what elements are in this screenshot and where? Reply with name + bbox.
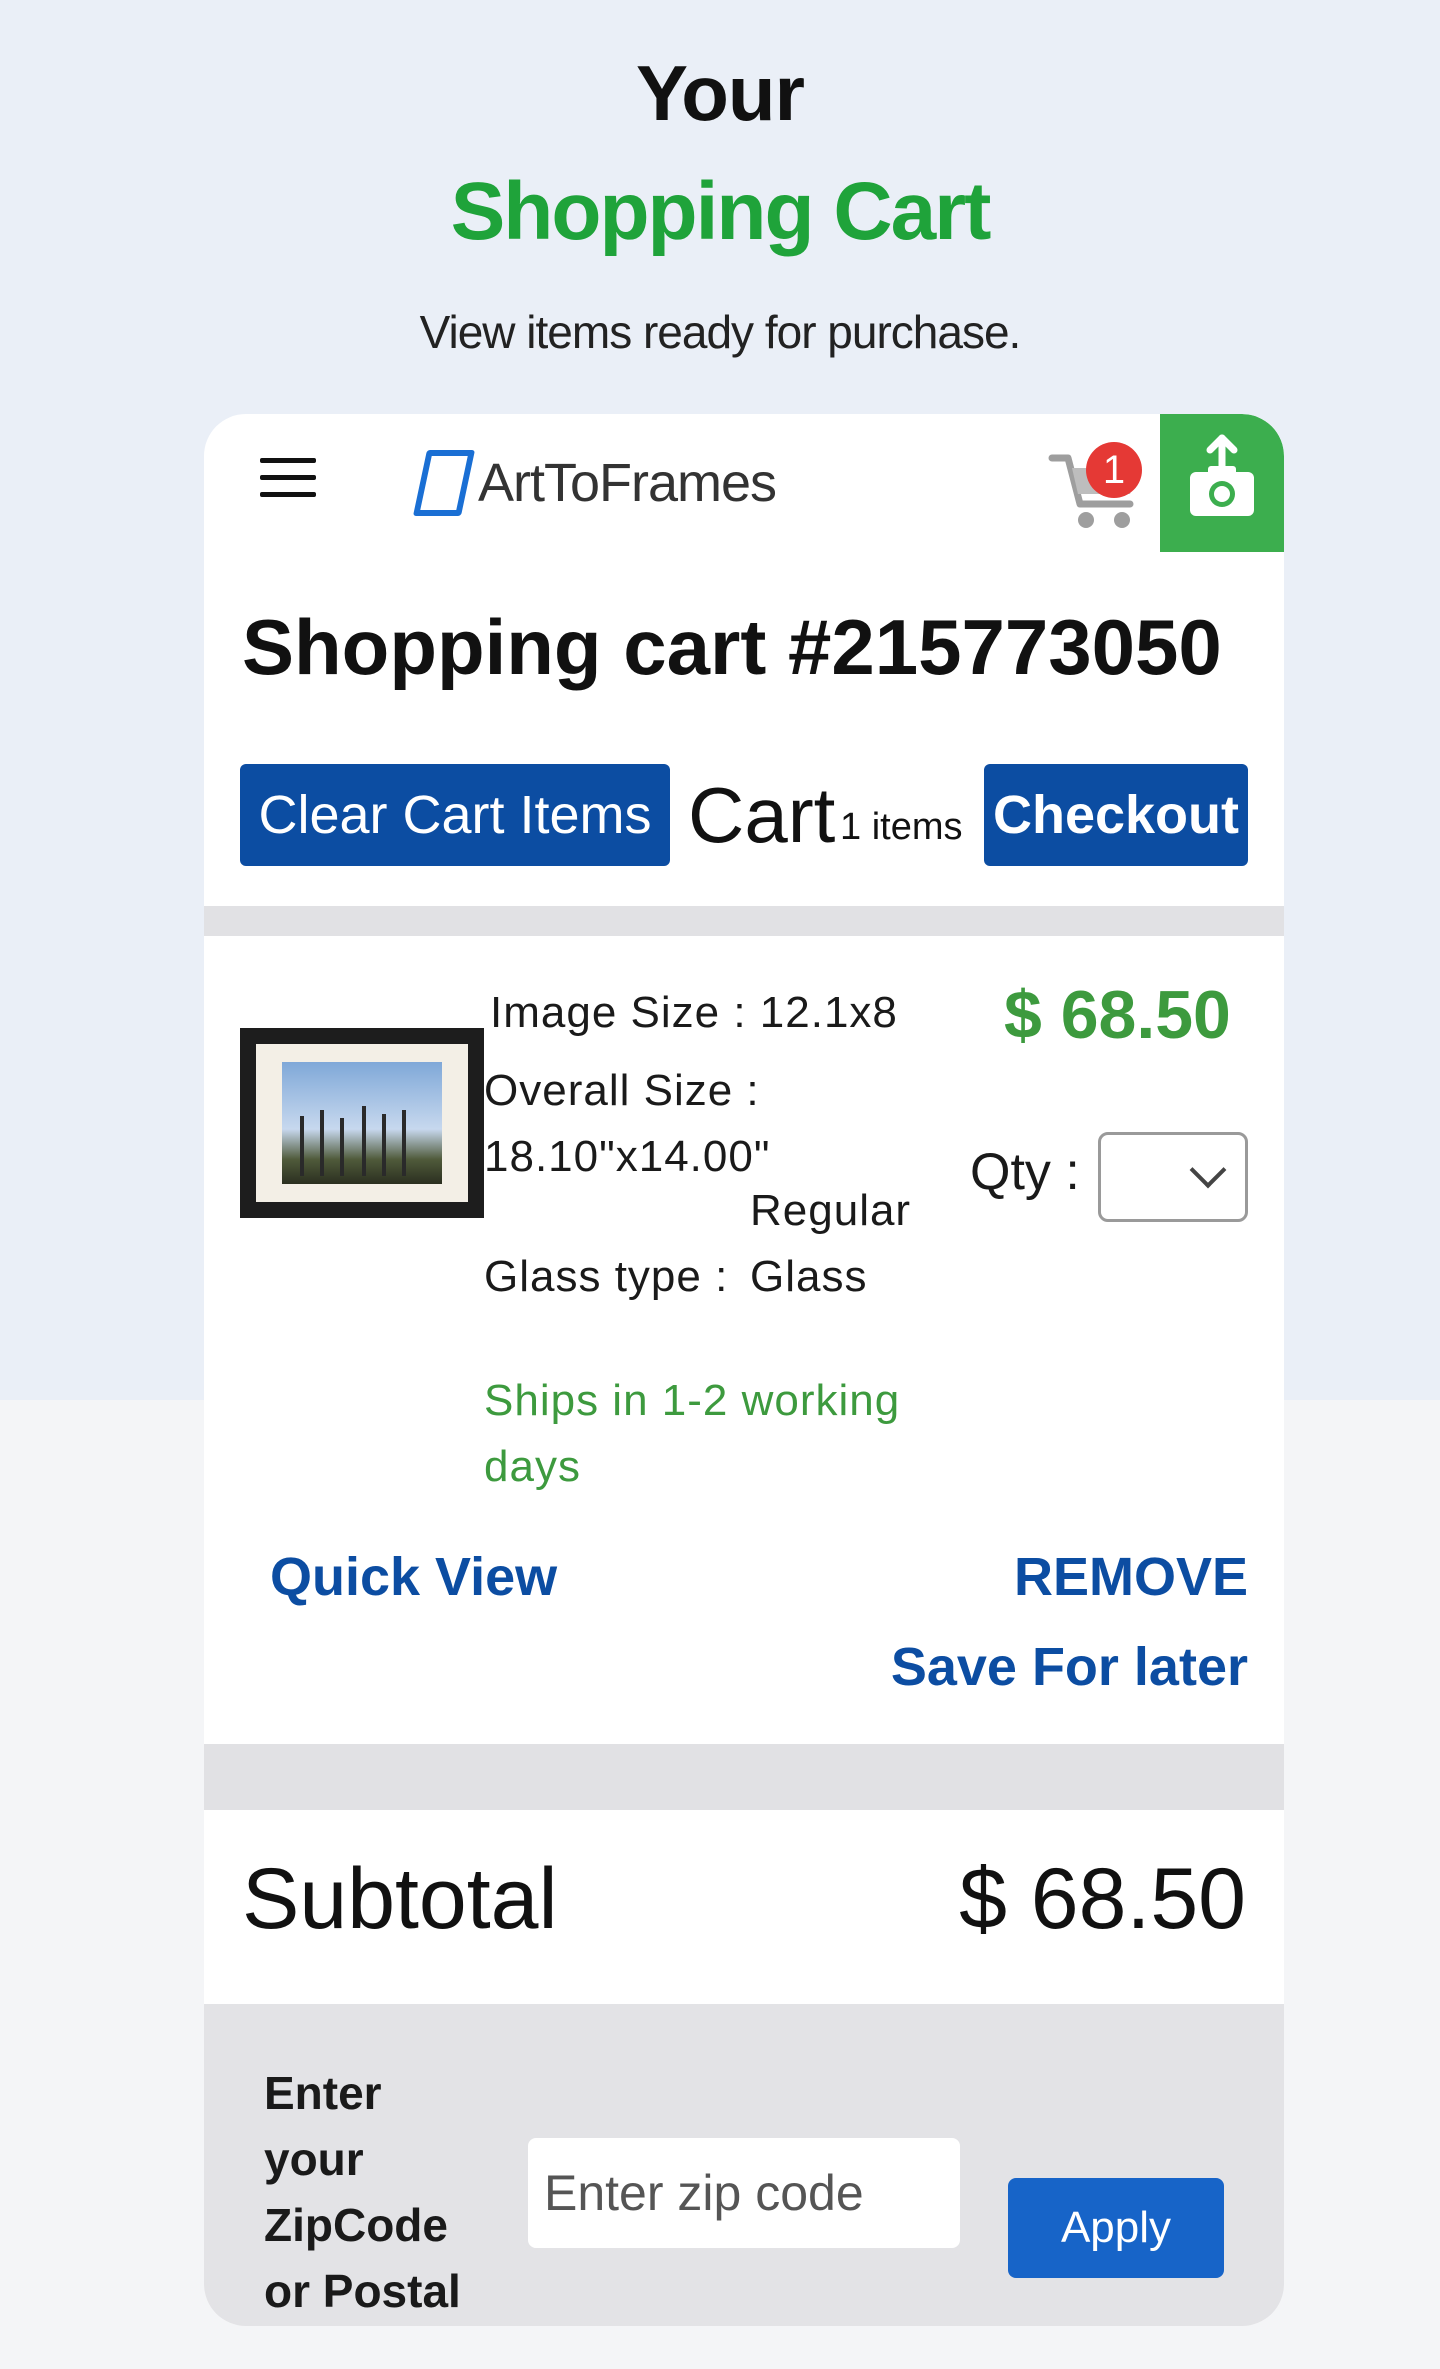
cart-label: Cart: [688, 771, 836, 859]
site-logo[interactable]: ArtToFrames: [412, 438, 777, 528]
hamburger-icon[interactable]: [260, 458, 316, 500]
logo-frame-icon: [412, 450, 476, 516]
section-divider: [204, 1744, 1284, 1810]
quick-view-link[interactable]: Quick View: [270, 1546, 557, 1608]
item-price: $ 68.50: [1004, 977, 1231, 1053]
framed-art-thumbnail[interactable]: [240, 1028, 484, 1218]
subtotal-label: Subtotal: [242, 1851, 558, 1947]
qty-label: Qty :: [970, 1143, 1080, 1201]
phone-screen: ArtToFrames 1 Shopping cart #215773050 C…: [204, 414, 1284, 2326]
cart-title: Shopping cart #215773050: [242, 603, 1222, 691]
cart-count-badge: 1: [1086, 442, 1142, 498]
overall-size-value: 18.10"x14.00": [484, 1132, 771, 1181]
image-size-text: Image Size : 12.1x8: [490, 988, 898, 1037]
hero-title-line2: Shopping Cart: [450, 166, 992, 257]
checkout-button[interactable]: Checkout: [984, 764, 1248, 866]
cart-toolbar: Clear Cart Items Cart 1 items Checkout: [240, 764, 1250, 868]
hero-title-line1: Your: [636, 49, 805, 137]
zip-code-input[interactable]: [528, 2138, 960, 2248]
top-nav: ArtToFrames 1: [204, 414, 1284, 552]
glass-type-value-2: Glass: [750, 1252, 868, 1301]
cart-item-count: 1 items: [840, 806, 963, 848]
zip-code-section: Enter your ZipCode or Postal Apply: [204, 2004, 1284, 2326]
section-divider: [204, 906, 1284, 936]
apply-zip-button[interactable]: Apply: [1008, 2178, 1224, 2278]
camera-upload-icon: [1190, 434, 1254, 516]
subtotal-value: $ 68.50: [959, 1851, 1246, 1947]
cart-item: Image Size : 12.1x8 Overall Size : 18.10…: [204, 936, 1284, 1744]
clear-cart-button[interactable]: Clear Cart Items: [240, 764, 670, 866]
glass-type-label: Glass type :: [484, 1252, 729, 1301]
zip-label: Enter your ZipCode or Postal: [264, 2067, 461, 2317]
shipping-estimate: Ships in 1-2 working days: [484, 1376, 901, 1491]
glass-type-value-1: Regular: [750, 1186, 912, 1235]
chevron-down-icon: [1189, 1151, 1227, 1189]
qty-select[interactable]: [1098, 1132, 1248, 1222]
upload-photo-button[interactable]: [1160, 414, 1284, 552]
save-for-later-link[interactable]: Save For later: [891, 1636, 1248, 1698]
logo-text: ArtToFrames: [478, 453, 777, 513]
hero-subtitle: View items ready for purchase.: [419, 306, 1022, 358]
remove-link[interactable]: REMOVE: [1014, 1546, 1248, 1608]
overall-size-label: Overall Size :: [484, 1066, 760, 1115]
